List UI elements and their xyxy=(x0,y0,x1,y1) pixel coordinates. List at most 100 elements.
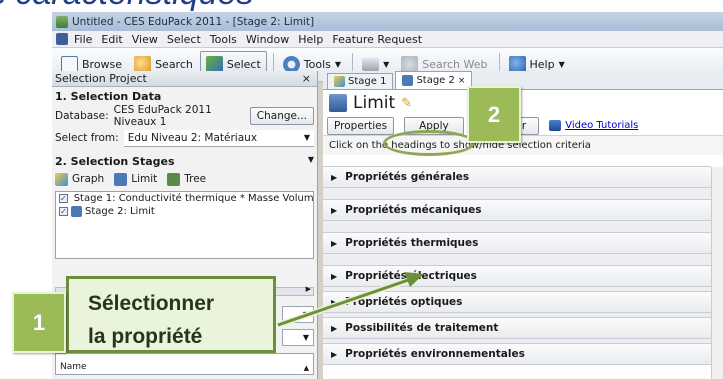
step-badge-2: 2 xyxy=(467,86,521,143)
callout-line-1: Sélectionner xyxy=(88,292,215,315)
criteria-heading-environnementales[interactable]: ▶ Propriétés environnementales xyxy=(323,343,711,365)
tree-icon xyxy=(167,172,181,186)
menu-feature-request[interactable]: Feature Request xyxy=(332,33,422,46)
printer-icon xyxy=(362,58,380,71)
chevron-down-icon: ▼ xyxy=(302,333,309,342)
criteria-heading-electriques[interactable]: ▶ Propriétés électriques xyxy=(323,265,711,287)
tab-stage-2[interactable]: Stage 2 × xyxy=(395,71,473,89)
criteria-scrollbar[interactable] xyxy=(711,167,723,379)
criteria-label: Propriétés optiques xyxy=(345,296,463,308)
stage-tools-row: Graph Limit Tree xyxy=(52,170,317,188)
menu-bar: File Edit View Select Tools Window Help … xyxy=(52,31,723,48)
browse-label: Browse xyxy=(82,58,123,71)
menu-window[interactable]: Window xyxy=(246,33,289,46)
criteria-label: Propriétés environnementales xyxy=(345,348,525,360)
collapsed-dropdown-1[interactable]: ▼ xyxy=(282,306,314,323)
criteria-label: Propriétés générales xyxy=(345,171,470,183)
selection-stages-header: 2. Selection Stages ▼ xyxy=(52,149,317,170)
criteria-gap xyxy=(323,221,711,232)
panel-header: Selection Project × xyxy=(52,71,317,87)
menu-edit[interactable]: Edit xyxy=(101,33,122,46)
criteria-gap xyxy=(323,188,711,199)
menu-view[interactable]: View xyxy=(132,33,158,46)
title-bar: Untitled - CES EduPack 2011 - [Stage 2: … xyxy=(52,12,723,31)
checkbox-checked-icon[interactable]: ✓ xyxy=(59,194,68,203)
graph-icon xyxy=(55,172,68,186)
checkbox-checked-icon[interactable]: ✓ xyxy=(59,207,68,216)
properties-button[interactable]: Properties xyxy=(327,116,395,135)
tree-stage-button[interactable]: Tree xyxy=(184,173,206,185)
select-label: Select xyxy=(226,58,261,71)
chevron-down-icon: ▼ xyxy=(383,60,390,69)
criteria-heading-thermiques[interactable]: ▶ Propriétés thermiques xyxy=(323,232,711,254)
expand-arrow-icon: ▶ xyxy=(331,238,338,248)
stage-list: ✓ Stage 1: Conductivité thermique * Mass… xyxy=(55,191,314,259)
arrow-up-icon[interactable]: ▲ xyxy=(304,364,309,372)
criteria-gap xyxy=(323,254,711,265)
change-button[interactable]: Change... xyxy=(249,107,314,125)
database-row: Database: CES EduPack 2011 Niveaux 1 Cha… xyxy=(52,104,317,128)
stage-panel: Stage 1 Stage 2 × Limit ✎ Properties App… xyxy=(323,71,723,379)
menu-tools[interactable]: Tools xyxy=(210,33,237,46)
collapsed-dropdown-2[interactable]: ▼ xyxy=(282,329,314,346)
selection-stages-heading: 2. Selection Stages xyxy=(55,155,175,168)
search-label: Search xyxy=(155,58,193,71)
chevron-down-icon: ▼ xyxy=(334,60,342,69)
database-value: CES EduPack 2011 Niveaux 1 xyxy=(113,104,212,128)
help-label: Help xyxy=(529,58,555,71)
callout-box: Sélectionner la propriété xyxy=(66,276,276,353)
expand-arrow-icon: ▶ xyxy=(331,349,338,359)
select-from-value: Edu Niveau 2: Matériaux xyxy=(127,131,258,144)
graph-icon xyxy=(334,76,345,87)
graph-stage-button[interactable]: Graph xyxy=(72,173,104,185)
video-tutorials-link[interactable]: Video Tutorials xyxy=(565,120,638,131)
criteria-label: Possibilités de traitement xyxy=(345,322,499,334)
criteria-label: Propriétés électriques xyxy=(345,270,477,282)
criteria-heading-generales[interactable]: ▶ Propriétés générales xyxy=(323,166,711,188)
app-icon xyxy=(56,15,68,28)
expand-arrow-icon: ▶ xyxy=(331,323,338,333)
name-column-header[interactable]: Name xyxy=(60,362,87,372)
stage-tabs: Stage 1 Stage 2 × xyxy=(323,71,723,90)
database-label: Database: xyxy=(55,110,109,122)
limit-stage-button[interactable]: Limit xyxy=(131,173,157,185)
arrow-right-icon: ▶ xyxy=(305,285,311,293)
tools-label: Tools xyxy=(303,58,331,71)
expand-arrow-icon: ▶ xyxy=(331,205,338,215)
select-from-label: Select from: xyxy=(55,132,119,144)
page-title: Limit xyxy=(353,93,396,113)
limit-button-row: Properties Apply Clear Video Tutorials xyxy=(323,116,723,136)
chevron-down-icon: ▼ xyxy=(302,310,309,319)
select-from-row: Select from: Edu Niveau 2: Matériaux ▼ xyxy=(52,127,317,149)
selection-data-heading: 1. Selection Data xyxy=(55,90,162,103)
callout-line-2: la propriété xyxy=(88,325,203,348)
criteria-label: Propriétés mécaniques xyxy=(345,204,482,216)
apply-highlight-ring xyxy=(383,130,475,156)
expand-arrow-icon: ▶ xyxy=(331,172,338,182)
chevron-down-icon: ▼ xyxy=(307,155,314,164)
chevron-down-icon: ▼ xyxy=(303,133,310,142)
close-icon[interactable]: × xyxy=(302,72,311,85)
tab-label: Stage 1 xyxy=(348,76,387,87)
criteria-heading-optiques[interactable]: ▶ Propriétés optiques xyxy=(323,291,711,313)
list-item[interactable]: ✓ Stage 2: Limit xyxy=(56,205,313,218)
search-web-label: Search Web xyxy=(422,58,488,71)
menu-doc-icon xyxy=(56,33,68,45)
menu-help[interactable]: Help xyxy=(298,33,323,46)
criteria-heading-traitement[interactable]: ▶ Possibilités de traitement xyxy=(323,317,711,339)
limit-icon xyxy=(402,75,414,86)
select-from-dropdown[interactable]: Edu Niveau 2: Matériaux ▼ xyxy=(123,129,314,147)
window-title: Untitled - CES EduPack 2011 - [Stage 2: … xyxy=(72,15,315,28)
list-item[interactable]: ✓ Stage 1: Conductivité thermique * Mass… xyxy=(56,192,313,205)
expand-arrow-icon: ▶ xyxy=(331,271,338,281)
menu-select[interactable]: Select xyxy=(167,33,201,46)
limit-icon xyxy=(329,94,347,112)
edit-icon[interactable]: ✎ xyxy=(401,96,412,111)
criteria-heading-mecaniques[interactable]: ▶ Propriétés mécaniques xyxy=(323,199,711,221)
limit-icon xyxy=(114,172,128,186)
expand-arrow-icon: ▶ xyxy=(331,297,338,307)
tab-stage-1[interactable]: Stage 1 xyxy=(327,73,394,89)
criteria-label: Propriétés thermiques xyxy=(345,237,479,249)
close-icon[interactable]: × xyxy=(458,76,466,86)
menu-file[interactable]: File xyxy=(74,33,92,46)
